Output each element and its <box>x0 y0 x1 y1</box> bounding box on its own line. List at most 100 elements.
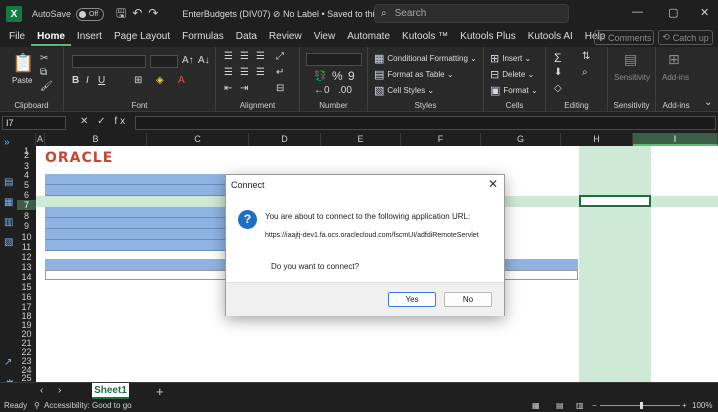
clear-icon[interactable]: ◇ <box>554 83 562 94</box>
page-layout-icon[interactable]: ▤ <box>556 401 564 410</box>
comma-icon[interactable]: 9 <box>348 69 355 83</box>
undo-icon[interactable]: ↶ <box>132 6 148 20</box>
tab-review[interactable]: Review <box>263 28 308 46</box>
italic-icon[interactable]: I <box>86 75 89 86</box>
sort-filter-icon[interactable]: ⇅ <box>582 51 590 62</box>
align-bottom-icon[interactable]: ☰ <box>256 51 265 62</box>
zoom-slider-knob[interactable] <box>640 402 643 409</box>
tab-formulas[interactable]: Formulas <box>176 28 230 46</box>
zoom-out-icon[interactable]: − <box>592 401 597 410</box>
quick-access-toolbar[interactable]: 🖫↶↷ <box>116 4 164 25</box>
addins-icon[interactable]: ⊞ <box>668 51 680 68</box>
formula-buttons[interactable]: ✕ ✓ fx <box>80 116 128 127</box>
document-title[interactable]: EnterBudgets (DIV07) ⊘ No Label • Saved … <box>182 9 404 20</box>
row-header-15[interactable]: 15 <box>17 282 36 292</box>
row-header-2[interactable]: 2 <box>17 150 36 160</box>
paste-button[interactable]: Paste <box>12 76 32 85</box>
find-select-icon[interactable]: ⌕ <box>582 67 588 78</box>
wrap-text-icon[interactable]: ↵ <box>276 67 284 78</box>
pane-icon-1[interactable]: ▤ <box>4 177 13 188</box>
restore-button[interactable]: ▢ <box>668 6 678 19</box>
insert-cells-button[interactable]: ⊞ Insert ⌄ <box>490 52 531 65</box>
page-break-icon[interactable]: ▥ <box>576 401 584 410</box>
percent-icon[interactable]: % <box>332 69 343 83</box>
copy-icon[interactable]: ⧉ <box>40 67 47 78</box>
conditional-formatting-button[interactable]: ▦ Conditional Formatting ⌄ <box>374 52 477 65</box>
row-header-13[interactable]: 13 <box>17 262 36 272</box>
align-right-icon[interactable]: ☰ <box>256 67 265 78</box>
column-header-f[interactable]: F <box>401 133 481 146</box>
format-as-table-button[interactable]: ▤ Format as Table ⌄ <box>374 68 454 81</box>
format-painter-icon[interactable]: 🖌 <box>40 81 53 92</box>
comments-button[interactable]: ▭ Comments <box>594 30 654 45</box>
increase-indent-icon[interactable]: ⇥ <box>240 83 248 94</box>
tab-file[interactable]: File <box>0 28 31 46</box>
autosum-icon[interactable]: Σ <box>554 51 561 65</box>
column-header-a[interactable]: A <box>36 133 45 146</box>
sheet-tab-sheet1[interactable]: Sheet1 <box>92 383 129 399</box>
currency-icon[interactable]: 💱 <box>314 71 326 82</box>
pane-icon-2[interactable]: ▦ <box>4 197 13 208</box>
align-center-icon[interactable]: ☰ <box>240 67 249 78</box>
next-sheet-icon[interactable]: › <box>58 385 61 396</box>
tab-kutools-plus[interactable]: Kutools Plus <box>454 28 522 46</box>
catch-up-button[interactable]: ⟲ Catch up <box>658 30 713 45</box>
select-all-corner[interactable] <box>17 133 36 146</box>
tab-automate[interactable]: Automate <box>341 28 396 46</box>
pane-icon-3[interactable]: ▥ <box>4 217 13 228</box>
sensitivity-button[interactable]: Sensitivity <box>614 73 650 82</box>
decrease-font-icon[interactable]: A↓ <box>198 55 210 66</box>
yes-button[interactable]: Yes <box>388 292 436 307</box>
no-button[interactable]: No <box>444 292 492 307</box>
paste-icon[interactable]: 📋 <box>12 53 34 74</box>
tab-kutools-ai[interactable]: Kutools AI <box>522 28 579 46</box>
formula-input[interactable] <box>135 116 716 130</box>
row-header-11[interactable]: 11 <box>17 242 36 252</box>
fill-icon[interactable]: ⬇ <box>554 67 562 78</box>
orientation-icon[interactable]: ⤢ <box>276 51 284 62</box>
underline-icon[interactable]: U <box>98 75 105 86</box>
save-icon[interactable]: 🖫 <box>116 6 132 20</box>
number-format-select[interactable] <box>306 53 362 66</box>
normal-view-icon[interactable]: ▦ <box>532 401 540 410</box>
tab-insert[interactable]: Insert <box>71 28 108 46</box>
decrease-indent-icon[interactable]: ⇤ <box>224 83 232 94</box>
fill-color-icon[interactable]: ◈ <box>156 75 164 86</box>
increase-decimal-icon[interactable]: ←0 <box>314 85 330 96</box>
sensitivity-icon[interactable]: ▤ <box>624 51 637 68</box>
column-header-d[interactable]: D <box>249 133 321 146</box>
column-header-h[interactable]: H <box>561 133 633 146</box>
row-header-8[interactable]: 8 <box>17 211 36 221</box>
align-top-icon[interactable]: ☰ <box>224 51 233 62</box>
row-header-14[interactable]: 14 <box>17 272 36 282</box>
tab-view[interactable]: View <box>308 28 342 46</box>
tab-data[interactable]: Data <box>230 28 263 46</box>
decrease-decimal-icon[interactable]: .00 <box>338 85 352 96</box>
font-color-icon[interactable]: A <box>178 75 185 86</box>
column-header-g[interactable]: G <box>481 133 561 146</box>
collapse-ribbon-icon[interactable]: ⌄ <box>704 97 712 108</box>
zoom-level[interactable]: 100% <box>692 401 712 410</box>
cell-styles-button[interactable]: ▧ Cell Styles ⌄ <box>374 84 434 97</box>
dialog-close-button[interactable]: ✕ <box>488 177 498 191</box>
merge-center-icon[interactable]: ⊟ <box>276 83 284 94</box>
row-header-12[interactable]: 12 <box>17 252 36 262</box>
align-left-icon[interactable]: ☰ <box>224 67 233 78</box>
column-header-e[interactable]: E <box>321 133 401 146</box>
font-name-select[interactable] <box>72 55 146 68</box>
zoom-in-icon[interactable]: + <box>682 401 687 410</box>
accessibility-status[interactable]: Accessibility: Good to go <box>44 401 132 410</box>
row-header-9[interactable]: 9 <box>17 221 36 231</box>
font-size-select[interactable] <box>150 55 178 68</box>
format-cells-button[interactable]: ▣ Format ⌄ <box>490 84 538 97</box>
pane-icon-5[interactable]: ↗ <box>4 357 12 368</box>
column-header-c[interactable]: C <box>147 133 249 146</box>
search-box[interactable]: ⌕ Search <box>374 4 569 23</box>
increase-font-icon[interactable]: A↑ <box>182 55 194 66</box>
row-header-4[interactable]: 4 <box>17 170 36 180</box>
borders-icon[interactable]: ⊞ <box>134 75 142 86</box>
bold-icon[interactable]: B <box>72 75 79 86</box>
delete-cells-button[interactable]: ⊟ Delete ⌄ <box>490 68 534 81</box>
column-header-b[interactable]: B <box>45 133 147 146</box>
row-header-5[interactable]: 5 <box>17 180 36 190</box>
